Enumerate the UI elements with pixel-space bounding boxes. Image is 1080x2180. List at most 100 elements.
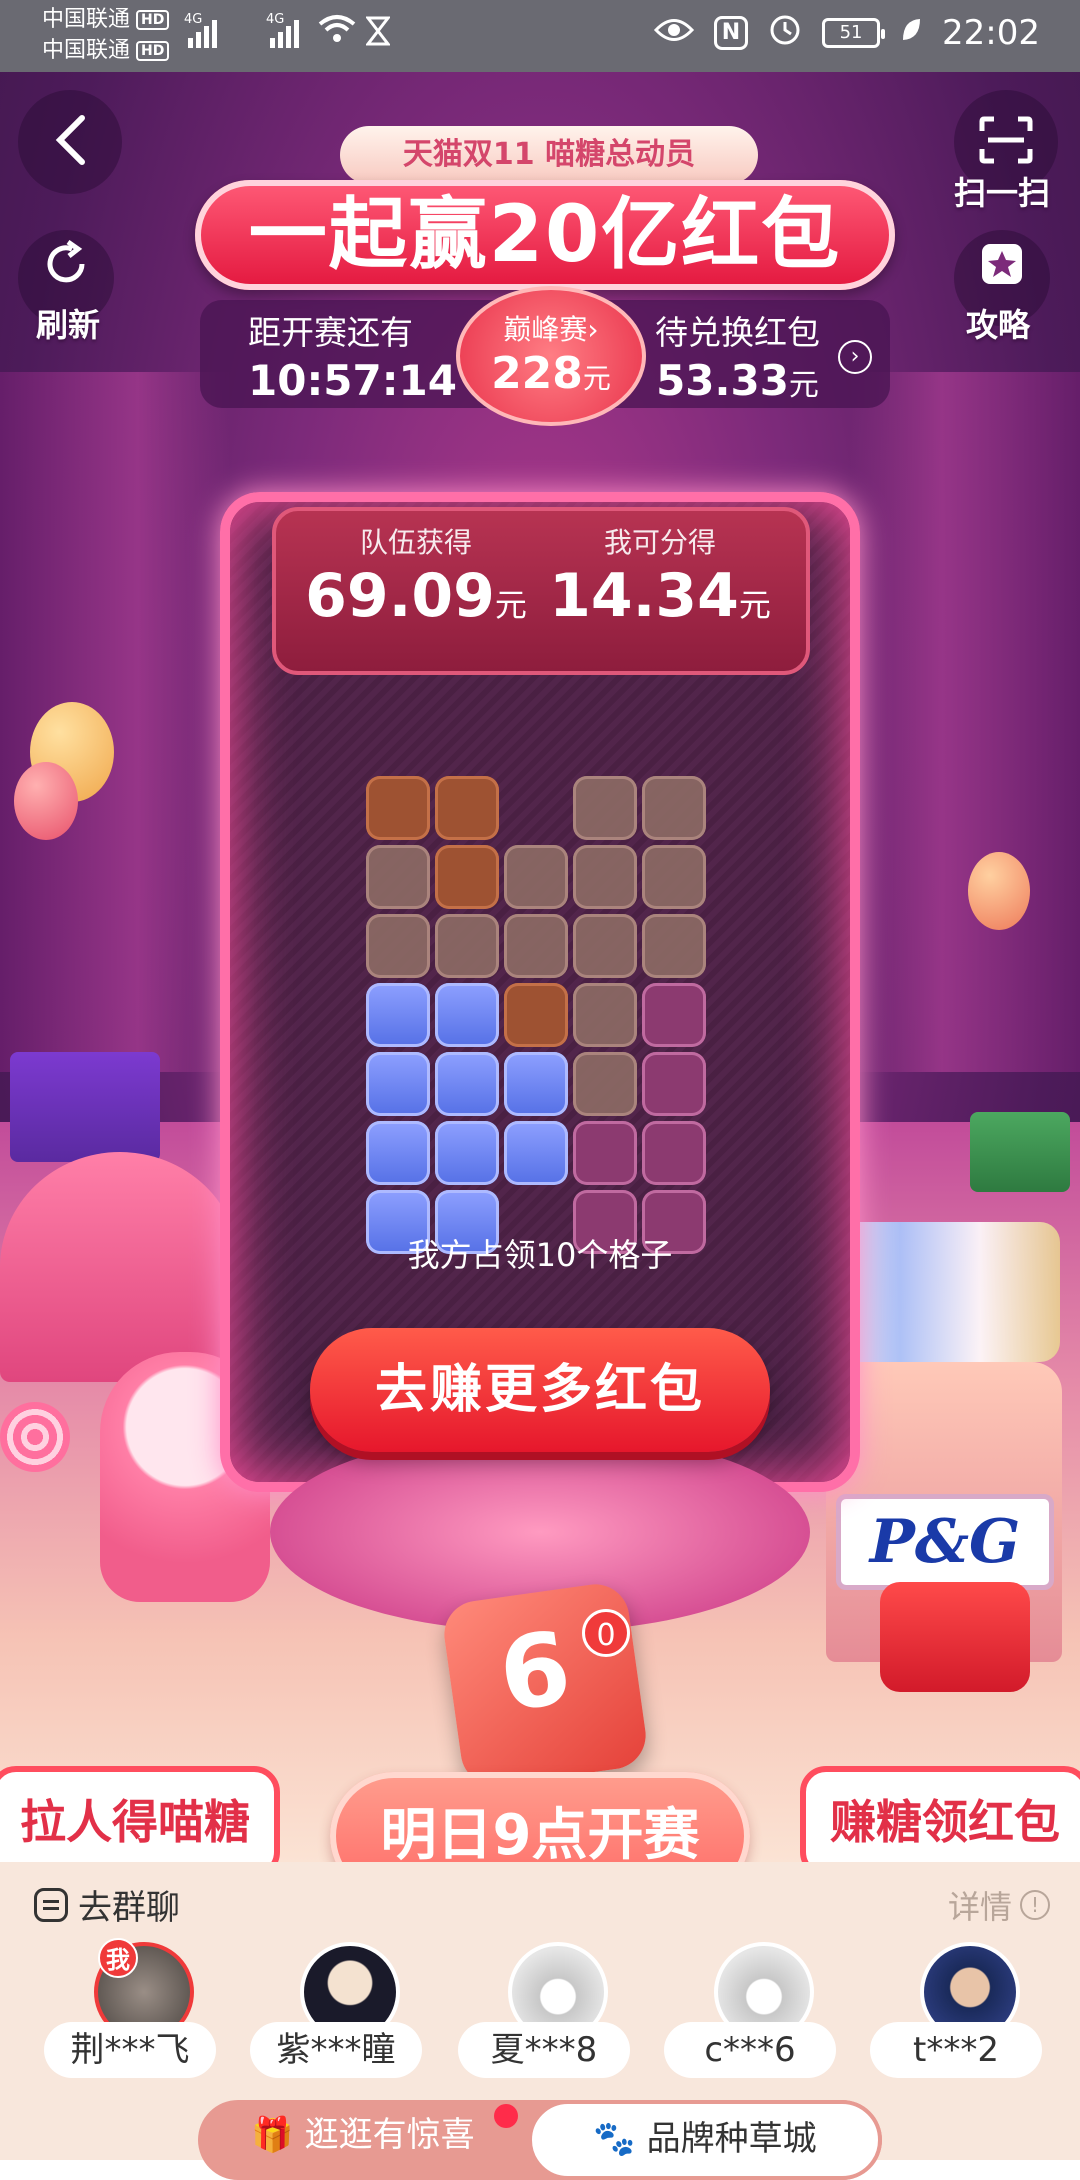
team-member[interactable]: 我 荆***飞 <box>44 1938 224 2082</box>
cake-decoration <box>0 1152 240 1382</box>
game-scene: P&G 扫一扫 刷新 攻略 天猫双11 喵糖总动员 一起赢20亿红包 距开赛还有… <box>0 72 1080 1862</box>
grid-cell-owned <box>504 1121 568 1185</box>
invite-friends-button[interactable]: 拉人得喵糖 <box>0 1766 280 1862</box>
team-member[interactable]: c***6 <box>664 1942 844 2082</box>
star-book-icon <box>978 240 1026 292</box>
group-chat-label: 去群聊 <box>78 1888 180 1928</box>
scan-label[interactable]: 扫一扫 <box>954 168 1050 214</box>
tab-explore-label: 逛逛有惊喜 <box>304 2115 475 2155</box>
team-panel: 去群聊 详情 ! 我 荆***飞 紫***瞳 夏***8 c***6 t***2… <box>0 1862 1080 2180</box>
countdown-block: 距开赛还有 10:57:14 <box>248 306 457 405</box>
leaf-icon <box>900 16 922 51</box>
pg-logo[interactable]: P&G <box>836 1494 1054 1590</box>
hourglass-icon <box>364 16 392 50</box>
earn-candy-button[interactable]: 赚糖领红包 <box>800 1766 1080 1862</box>
chevron-right-icon[interactable]: › <box>838 340 872 374</box>
peak-label: 巅峰赛› <box>503 313 599 346</box>
grid-cell <box>573 1052 637 1116</box>
tab-explore-surprise[interactable]: 🎁 逛逛有惊喜 <box>198 2100 528 2180</box>
grid-cell-owned <box>366 983 430 1047</box>
group-chat-link[interactable]: 去群聊 <box>34 1880 180 1929</box>
my-share-unit: 元 <box>738 586 771 624</box>
network-type-2: 4G <box>266 12 285 27</box>
tab-brand-city[interactable]: 🐾 品牌种草城 <box>528 2100 882 2180</box>
pending-redpacket-block[interactable]: 待兑换红包 53.33元 <box>655 306 820 405</box>
wifi-icon <box>318 14 356 52</box>
grid-cell <box>573 914 637 978</box>
team-score: 队伍获得 69.09元 <box>296 521 536 631</box>
carrier-info: 中国联通 HD 中国联通 HD <box>42 4 170 66</box>
alarm-icon <box>768 12 802 54</box>
pending-unit: 元 <box>788 368 819 403</box>
earn-more-redpacket-button[interactable]: 去赚更多红包 <box>310 1328 770 1452</box>
grid-cell-owned <box>435 983 499 1047</box>
team-score-value: 69.09 <box>305 561 495 631</box>
balloon-decoration <box>968 852 1030 930</box>
countdown-label: 距开赛还有 <box>248 313 413 352</box>
team-score-unit: 元 <box>494 586 527 624</box>
grid-cell-owned <box>366 1121 430 1185</box>
dice-button[interactable]: 6 <box>439 1579 651 1791</box>
grid-cell <box>642 914 706 978</box>
team-member[interactable]: 夏***8 <box>458 1942 638 2082</box>
tab-brand-label: 品牌种草城 <box>646 2119 817 2159</box>
refresh-label[interactable]: 刷新 <box>36 300 100 346</box>
score-box: 队伍获得 69.09元 我可分得 14.34元 <box>272 507 810 675</box>
guide-label[interactable]: 攻略 <box>966 300 1030 346</box>
details-label: 详情 <box>947 1888 1012 1926</box>
member-name: 夏***8 <box>458 2022 630 2078</box>
notification-dot <box>494 2104 518 2128</box>
chat-icon <box>34 1887 68 1922</box>
carrier-name-1: 中国联通 <box>42 7 131 32</box>
battery-icon: 51 <box>822 18 886 48</box>
gift-box-decoration <box>970 1112 1070 1192</box>
member-name: t***2 <box>870 2022 1042 2078</box>
hd-badge-2: HD <box>136 40 170 61</box>
grid-cell <box>504 845 568 909</box>
grid-cell <box>642 1121 706 1185</box>
member-name: 荆***飞 <box>44 2022 216 2078</box>
grid-cell <box>366 776 430 840</box>
bottom-tab-bar: 🎁 逛逛有惊喜 🐾 品牌种草城 <box>198 2100 882 2180</box>
peak-value: 228 <box>491 348 583 399</box>
grid-cell <box>504 914 568 978</box>
my-share: 我可分得 14.34元 <box>540 521 780 631</box>
dice-face-value: 6 <box>492 1609 578 1735</box>
details-link[interactable]: 详情 ! <box>948 1882 1050 1928</box>
eye-icon <box>653 16 695 51</box>
grid-cell-owned <box>435 1121 499 1185</box>
pending-value: 53.33 <box>656 356 789 405</box>
signal-icon-2: 4G <box>266 12 299 48</box>
paw-icon: 🐾 <box>593 2119 636 2159</box>
gift-icon: 🎁 <box>251 2115 294 2155</box>
grid-cell-owned <box>435 1052 499 1116</box>
balloon-decoration <box>14 762 78 840</box>
team-member[interactable]: t***2 <box>870 1942 1050 2082</box>
team-member[interactable]: 紫***瞳 <box>250 1942 430 2082</box>
headline-banner: 一起赢20亿红包 <box>195 180 895 290</box>
peak-unit: 元 <box>582 362 611 395</box>
dice-count-badge: 0 <box>582 1609 630 1657</box>
carrier-name-2: 中国联通 <box>42 38 131 63</box>
gift-box-decoration <box>10 1052 160 1162</box>
grid-cell <box>642 1052 706 1116</box>
event-tag: 天猫双11 喵糖总动员 <box>340 126 758 184</box>
member-name: 紫***瞳 <box>250 2022 422 2078</box>
curtain-right <box>850 372 1080 1072</box>
grid-cell <box>435 776 499 840</box>
my-share-value: 14.34 <box>549 561 739 631</box>
info-icon: ! <box>1020 1890 1050 1920</box>
pending-label: 待兑换红包 <box>655 313 820 352</box>
grid-cell <box>573 845 637 909</box>
occupied-cells-text: 我方占领10个格子 <box>407 1236 673 1274</box>
network-type-1: 4G <box>184 12 203 27</box>
peak-match-badge[interactable]: 巅峰赛› 228元 <box>456 286 646 426</box>
back-button[interactable] <box>18 90 122 194</box>
hd-badge-1: HD <box>136 9 170 30</box>
grid-cell <box>504 983 568 1047</box>
start-time-label: 明日9点开赛 <box>330 1772 750 1862</box>
me-badge: 我 <box>98 1938 138 1978</box>
grid-cell <box>366 914 430 978</box>
lollipop-decoration <box>0 1402 70 1472</box>
team-score-label: 队伍获得 <box>359 526 472 559</box>
